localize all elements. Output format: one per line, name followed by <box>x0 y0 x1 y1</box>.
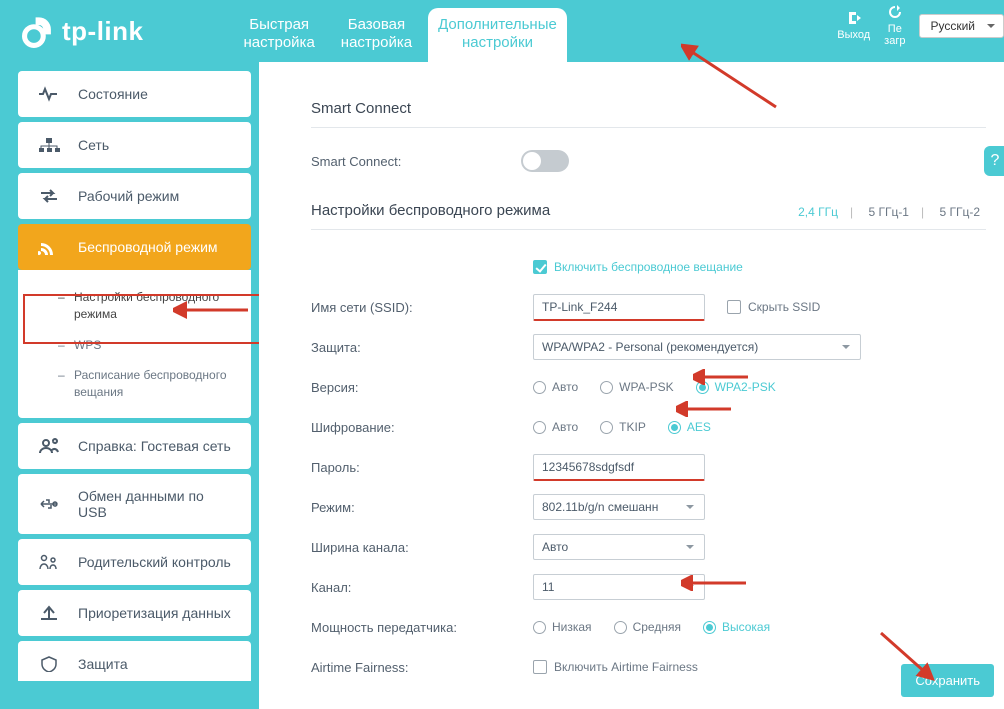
version-label: Версия: <box>311 380 533 395</box>
mode-value: 802.11b/g/n смешанн <box>542 500 658 514</box>
enc-tkip[interactable]: TKIP <box>600 420 646 434</box>
tx-mid[interactable]: Средняя <box>614 620 681 634</box>
sub-item-wps[interactable]: WPS <box>18 330 251 361</box>
security-label: Защита: <box>311 340 533 355</box>
band-5a[interactable]: 5 ГГц-1 <box>862 205 915 219</box>
priority-icon <box>38 604 60 622</box>
sidebar-label: Обмен данными по USB <box>78 488 235 520</box>
channel-value: 11 <box>542 580 554 594</box>
smartconnect-label: Smart Connect: <box>311 154 521 169</box>
chwidth-value: Авто <box>542 540 568 554</box>
airtime-checkbox[interactable]: Включить Airtime Fairness <box>533 660 698 674</box>
version-wpa2[interactable]: WPA2-PSK <box>696 380 776 394</box>
pulse-icon <box>38 85 60 103</box>
help-icon: ? <box>991 152 1000 170</box>
password-label: Пароль: <box>311 460 533 475</box>
airtime-label: Airtime Fairness: <box>311 660 533 675</box>
usb-icon <box>38 495 60 513</box>
band-24[interactable]: 2,4 ГГц <box>792 205 844 219</box>
sidebar-label: Справка: Гостевая сеть <box>78 438 231 454</box>
tplink-logo-icon <box>22 14 56 48</box>
shield-icon <box>38 655 60 673</box>
security-select[interactable]: WPA/WPA2 - Personal (рекомендуется) <box>533 334 861 360</box>
sidebar-item-security[interactable]: Защита <box>18 641 251 681</box>
help-button[interactable]: ? <box>984 146 1004 176</box>
ssid-input[interactable] <box>533 294 705 321</box>
guest-icon <box>38 437 60 455</box>
network-icon <box>38 136 60 154</box>
wifi-icon <box>38 238 60 256</box>
sidebar-item-qos[interactable]: Приоретизация данных <box>18 590 251 636</box>
airtime-opt-label: Включить Airtime Fairness <box>554 660 698 674</box>
sidebar-item-network[interactable]: Сеть <box>18 122 251 168</box>
sidebar-label: Состояние <box>78 86 148 102</box>
sidebar: Состояние Сеть Рабочий режим Беспроводно… <box>0 62 259 709</box>
swap-icon <box>38 187 60 205</box>
chwidth-select[interactable]: Авто <box>533 534 705 560</box>
hide-ssid-label: Скрыть SSID <box>748 300 820 314</box>
sub-item-wireless-settings[interactable]: Настройки беспроводного режима <box>18 282 251 330</box>
language-select[interactable]: Русский <box>919 14 1004 38</box>
channel-select[interactable]: 11 <box>533 574 705 600</box>
enc-auto[interactable]: Авто <box>533 420 578 434</box>
sub-item-schedule[interactable]: Расписание беспроводного вещания <box>18 360 251 408</box>
brand-logo: tp-link <box>22 0 144 48</box>
enc-aes[interactable]: AES <box>668 420 711 434</box>
sidebar-item-usb[interactable]: Обмен данными по USB <box>18 474 251 534</box>
brand-text: tp-link <box>62 16 144 47</box>
chwidth-label: Ширина канала: <box>311 540 533 555</box>
mode-select[interactable]: 802.11b/g/n смешанн <box>533 494 705 520</box>
sidebar-label: Приоретизация данных <box>78 605 231 621</box>
logout-label: Выход <box>837 29 870 41</box>
logout-button[interactable]: Выход <box>837 10 870 41</box>
tab-advanced[interactable]: Дополнительные настройки <box>428 8 567 62</box>
sidebar-label: Защита <box>78 656 128 672</box>
content-panel: ? Smart Connect Smart Connect: Настройки… <box>259 62 1004 709</box>
language-value: Русский <box>930 19 975 33</box>
reboot-icon <box>886 4 904 20</box>
reboot-label: Пе загр <box>884 23 905 47</box>
sidebar-item-opmode[interactable]: Рабочий режим <box>18 173 251 219</box>
logout-icon <box>845 10 863 26</box>
encryption-label: Шифрование: <box>311 420 533 435</box>
version-auto[interactable]: Авто <box>533 380 578 394</box>
sidebar-submenu: Настройки беспроводного режима WPS Распи… <box>18 270 251 418</box>
enable-wireless-checkbox[interactable]: Включить беспроводное вещание <box>533 260 743 274</box>
enable-wireless-label: Включить беспроводное вещание <box>554 260 743 274</box>
sidebar-item-wireless[interactable]: Беспроводной режим <box>18 224 251 270</box>
version-wpa[interactable]: WPA-PSK <box>600 380 673 394</box>
sidebar-item-guest[interactable]: Справка: Гостевая сеть <box>18 423 251 469</box>
sidebar-label: Беспроводной режим <box>78 239 218 255</box>
mode-label: Режим: <box>311 500 533 515</box>
section-title-smartconnect: Smart Connect <box>311 86 986 128</box>
txpower-label: Мощность передатчика: <box>311 620 533 635</box>
sidebar-item-status[interactable]: Состояние <box>18 71 251 117</box>
sidebar-label: Сеть <box>78 137 109 153</box>
security-value: WPA/WPA2 - Personal (рекомендуется) <box>542 340 758 354</box>
hide-ssid-checkbox[interactable]: Скрыть SSID <box>727 300 820 314</box>
band-tabs: 2,4 ГГц| 5 ГГц-1| 5 ГГц-2 <box>792 205 986 219</box>
smartconnect-toggle[interactable] <box>521 150 569 172</box>
sidebar-label: Рабочий режим <box>78 188 179 204</box>
ssid-label: Имя сети (SSID): <box>311 300 533 315</box>
reboot-button[interactable]: Пе загр <box>884 4 905 47</box>
tab-basic[interactable]: Базовая настройка <box>331 8 422 62</box>
parental-icon <box>38 553 60 571</box>
password-input[interactable] <box>533 454 705 481</box>
channel-label: Канал: <box>311 580 533 595</box>
sidebar-label: Родительский контроль <box>78 554 231 570</box>
save-button[interactable]: Сохранить <box>901 664 994 697</box>
tx-low[interactable]: Низкая <box>533 620 592 634</box>
sidebar-item-parental[interactable]: Родительский контроль <box>18 539 251 585</box>
band-5b[interactable]: 5 ГГц-2 <box>933 205 986 219</box>
tab-quick-setup[interactable]: Быстрая настройка <box>234 8 325 62</box>
tx-high[interactable]: Высокая <box>703 620 770 634</box>
